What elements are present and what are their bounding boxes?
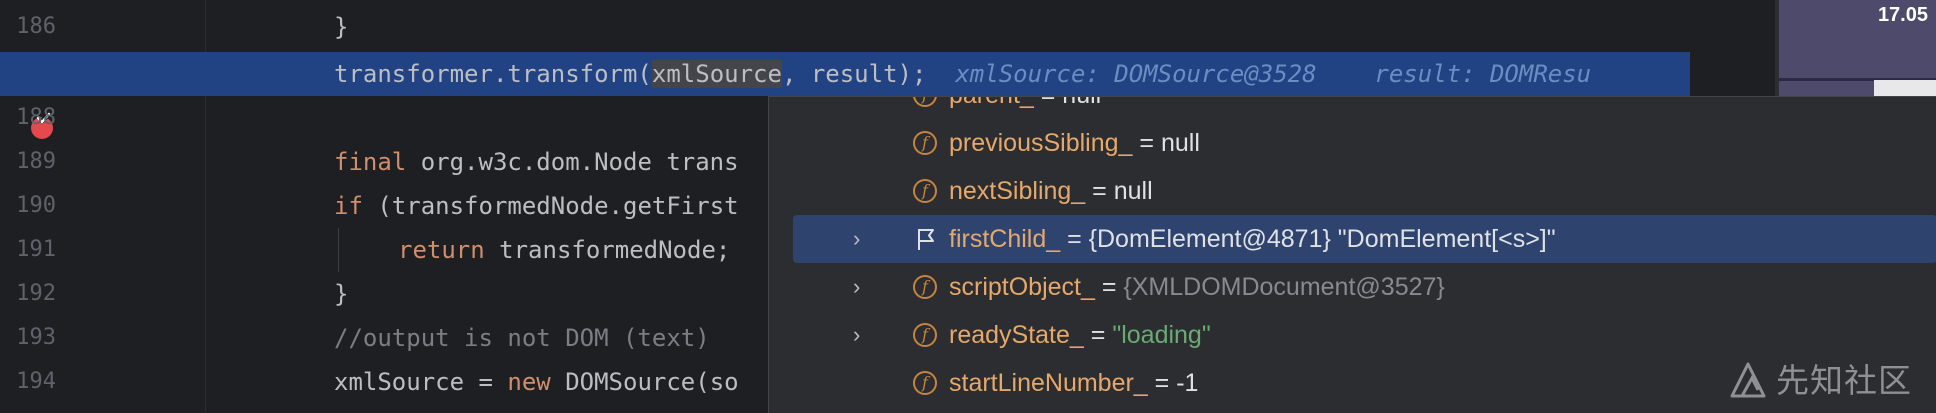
code-text[interactable]: final org.w3c.dom.Node trans (334, 140, 739, 184)
equals-sign: = (1034, 97, 1063, 109)
keyword: if (334, 192, 363, 220)
selected-variable[interactable]: xmlSource (651, 60, 782, 88)
variable-text: firstChild_ = {DomElement@4871} "DomElem… (949, 215, 1556, 263)
variable-name: firstChild_ (949, 225, 1061, 253)
variable-value: null (1113, 177, 1153, 205)
field-icon: f (913, 97, 937, 107)
variable-value: {XMLDOMDocument@3527} (1123, 273, 1445, 301)
watermark-logo-icon (1730, 362, 1766, 398)
equals-sign: = (1083, 321, 1113, 349)
variable-value: {DomElement@4871} "DomElement[<s>]" (1088, 225, 1556, 253)
keyword: return (398, 236, 485, 264)
keyword: new (507, 368, 551, 396)
variable-text: parent_ = null (949, 97, 1101, 119)
code-text[interactable]: transformer.transform(xmlSource, result)… (334, 52, 1591, 96)
line-number: 192 (16, 281, 56, 306)
variable-row-firstchild[interactable]: › firstChild_ = {DomElement@4871} "DomEl… (793, 215, 1936, 263)
code-text[interactable]: return transformedNode; (398, 228, 730, 272)
thumbnail-window-preview (1874, 80, 1936, 96)
variable-text: scriptObject_ = {XMLDOMDocument@3527} (949, 263, 1445, 311)
variable-row-readystate[interactable]: › f readyState_ = "loading" (769, 311, 1936, 359)
line-number: 191 (16, 237, 56, 262)
code-line-187-current[interactable]: transformer.transform(xmlSource, result)… (0, 52, 1690, 139)
inline-value-xmlsource[interactable]: xmlSource: DOMSource@3528 (955, 60, 1316, 88)
code-segment: transformer.transform( (334, 60, 652, 88)
variable-name: startLineNumber_ (949, 369, 1148, 397)
variable-value: null (1160, 129, 1200, 157)
watermark-text: 先知社区 (1776, 361, 1912, 400)
code-line-186[interactable]: 186 } (0, 5, 1690, 49)
variable-name: scriptObject_ (949, 273, 1095, 301)
chevron-right-icon[interactable]: › (853, 311, 871, 359)
code-segment: , result); (781, 60, 927, 88)
code-text[interactable]: xmlSource = new DOMSource(so (334, 360, 739, 404)
code-segment: DOMSource(so (550, 368, 739, 396)
watermark: 先知社区 (1728, 358, 1928, 404)
code-segment: org.w3c.dom.Node trans (406, 148, 739, 176)
equals-sign: = (1085, 177, 1114, 205)
variable-text: startLineNumber_ = -1 (949, 359, 1198, 407)
code-text[interactable]: if (transformedNode.getFirst (334, 184, 739, 228)
variable-name: nextSibling_ (949, 177, 1086, 205)
equals-sign: = (1147, 369, 1177, 397)
line-number: 193 (16, 325, 56, 350)
variable-row-scriptobject[interactable]: › f scriptObject_ = {XMLDOMDocument@3527… (769, 263, 1936, 311)
line-number: 186 (16, 14, 56, 39)
variable-text: nextSibling_ = null (949, 167, 1153, 215)
variable-value: -1 (1176, 369, 1199, 397)
variable-name: readyState_ (949, 321, 1084, 349)
keyword: final (334, 148, 407, 176)
variable-text: previousSibling_ = null (949, 119, 1200, 167)
field-icon: f (913, 131, 937, 155)
thumbnail-time: 17.05 (1877, 4, 1928, 26)
code-segment: transformedNode; (484, 236, 731, 264)
chevron-right-icon[interactable]: › (853, 263, 871, 311)
equals-sign: = (1132, 129, 1161, 157)
variable-name: parent_ (949, 97, 1034, 109)
code-comment[interactable]: //output is not DOM (text) (334, 316, 710, 360)
flag-icon (918, 229, 934, 250)
variable-row-nextsibling[interactable]: f nextSibling_ = null (769, 167, 1936, 215)
line-number: 194 (16, 369, 56, 394)
indent-guide (338, 228, 339, 272)
chevron-right-icon[interactable]: › (853, 215, 871, 263)
variable-text: readyState_ = "loading" (949, 311, 1211, 359)
code-text[interactable]: } (334, 272, 348, 316)
variable-row-previoussibling[interactable]: f previousSibling_ = null (769, 119, 1936, 167)
field-icon: f (913, 323, 937, 347)
variable-name: previousSibling_ (949, 129, 1133, 157)
line-number: 189 (16, 149, 56, 174)
code-segment: (transformedNode.getFirst (362, 192, 739, 220)
code-text[interactable]: } (334, 5, 348, 49)
equals-sign: = (1094, 273, 1124, 301)
field-icon: f (913, 179, 937, 203)
inline-value-result[interactable]: result: DOMResu (1374, 60, 1591, 88)
variable-value: "loading" (1112, 321, 1211, 349)
field-icon: f (913, 275, 937, 299)
code-segment: xmlSource = (334, 368, 508, 396)
line-number: 190 (16, 193, 56, 218)
variable-row-parent[interactable]: f parent_ = null (769, 97, 1936, 119)
line-number: 188 (16, 105, 56, 130)
equals-sign: = (1060, 225, 1089, 253)
variable-value: null (1062, 97, 1101, 109)
field-icon: f (913, 371, 937, 395)
window-thumbnail[interactable]: 17.05 (1779, 0, 1936, 97)
